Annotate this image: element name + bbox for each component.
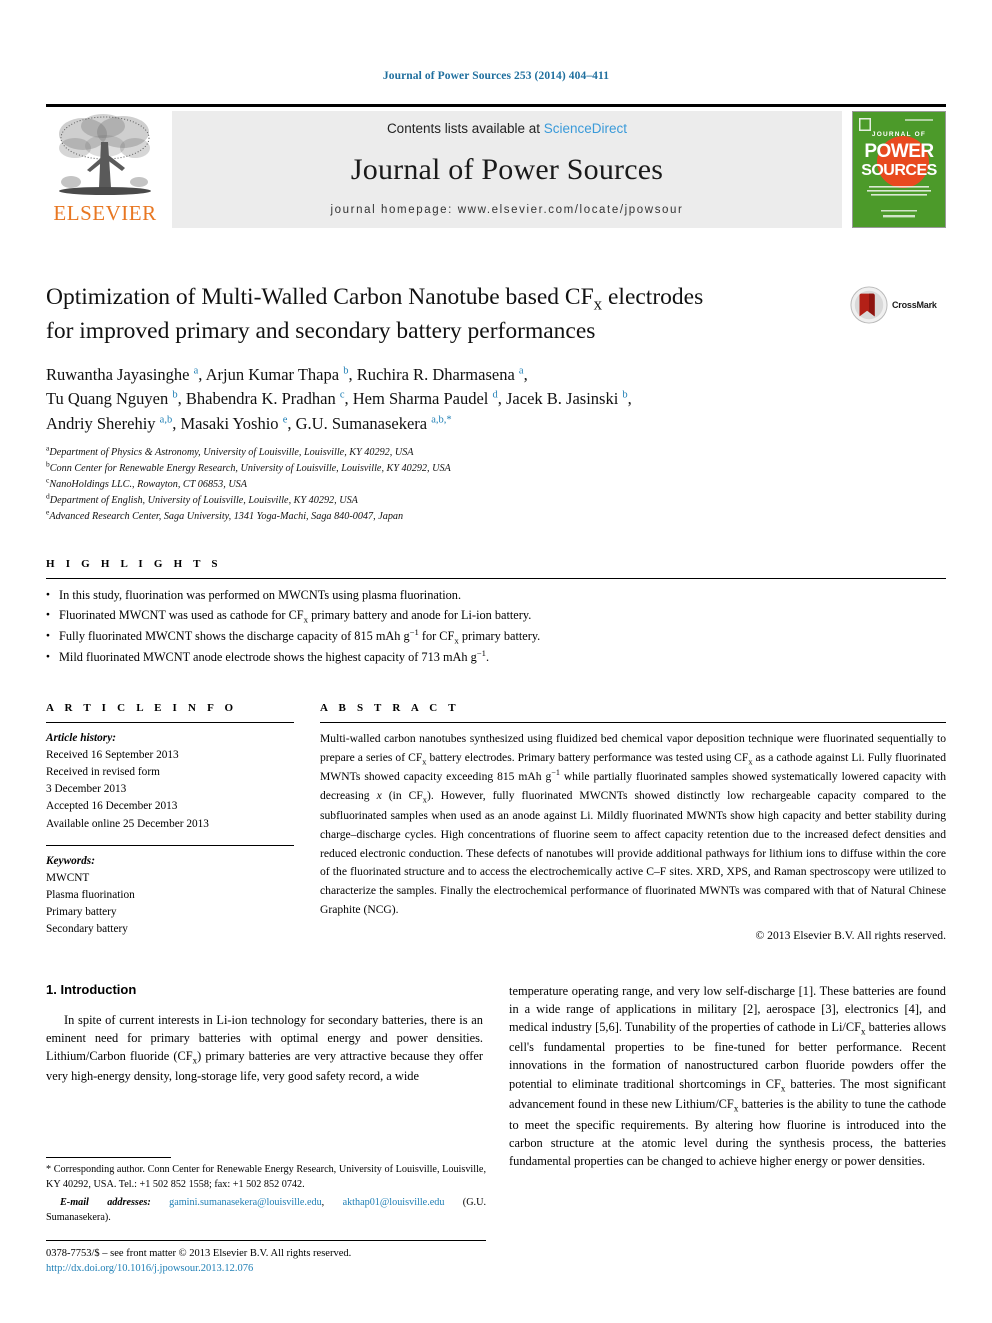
affiliation-text: Conn Center for Renewable Energy Researc… [49, 463, 451, 475]
article-history-label: Article history: [46, 731, 116, 744]
abstract-heading: A B S T R A C T [320, 701, 460, 714]
title-part-1b: electrodes [602, 284, 704, 310]
footnote-block: * Corresponding author. Conn Center for … [46, 1156, 486, 1278]
email-separator: , [321, 1196, 343, 1208]
affiliation-item: aDepartment of Physics & Astronomy, Univ… [46, 443, 414, 459]
email-label: E-mail addresses: [60, 1196, 151, 1208]
citation-ref[interactable]: [3] [821, 1002, 835, 1016]
contents-available-line: Contents lists available at ScienceDirec… [387, 121, 627, 136]
keywords-rule [46, 844, 294, 846]
keywords-label: Keywords: [46, 854, 95, 867]
doi-link[interactable]: http://dx.doi.org/10.1016/j.jpowsour.201… [46, 1261, 486, 1277]
svg-text:SOURCES: SOURCES [861, 162, 937, 179]
affiliation-item: dDepartment of English, University of Lo… [46, 491, 358, 506]
footnote-rule [46, 1156, 171, 1158]
issn-doi-block: 0378-7753/$ – see front matter © 2013 El… [46, 1239, 486, 1278]
citation-ref[interactable]: [1] [799, 984, 813, 998]
highlights-section: H I G H L I G H T S In this study, fluor… [46, 558, 946, 667]
affiliation-text: Advanced Research Center, Saga Universit… [49, 510, 404, 522]
info-abstract-section: A R T I C L E I N F O Article history: R… [46, 702, 946, 942]
abstract-copyright: © 2013 Elsevier B.V. All rights reserved… [755, 928, 946, 942]
keywords-block: Keywords: MWCNT Plasma fluorination Prim… [46, 853, 294, 939]
highlight-item: Fully fluorinated MWCNT shows the discha… [46, 627, 946, 648]
email-note: E-mail addresses: gamini.sumanasekera@lo… [46, 1196, 486, 1226]
crossmark-label: CrossMark [892, 300, 937, 310]
masthead-center: Contents lists available at ScienceDirec… [172, 111, 842, 228]
page-title: Optimization of Multi-Walled Carbon Nano… [46, 282, 836, 347]
affiliation-item: cNanoHoldings LLC., Rowayton, CT 06853, … [46, 475, 247, 490]
body-column-right: temperature operating range, and very lo… [509, 982, 946, 1178]
crossmark-icon [850, 286, 888, 324]
email-link-1[interactable]: gamini.sumanasekera@louisville.edu [169, 1197, 322, 1208]
affiliation-item: eAdvanced Research Center, Saga Universi… [46, 507, 404, 522]
citation-ref[interactable]: [4] [905, 1002, 919, 1016]
cover-art: JOURNAL OF POWER SOURCES [853, 112, 945, 227]
affiliation-text: Department of Physics & Astronomy, Unive… [49, 447, 414, 459]
crossmark-badge[interactable]: CrossMark [850, 282, 946, 324]
article-history: Article history: Received 16 September 2… [46, 730, 294, 833]
author-list: Ruwantha Jayasinghe a, Arjun Kumar Thapa… [46, 363, 946, 436]
journal-cover-thumbnail: JOURNAL OF POWER SOURCES [852, 111, 946, 228]
history-item: 3 December 2013 [46, 783, 127, 796]
affiliation-text: NanoHoldings LLC., Rowayton, CT 06853, U… [49, 478, 247, 490]
title-part-1: Optimization of Multi-Walled Carbon Nano… [46, 284, 594, 310]
article-info-heading: A R T I C L E I N F O [46, 701, 238, 714]
intro-paragraph-left: In spite of current interests in Li-ion … [46, 1012, 483, 1084]
title-block: Optimization of Multi-Walled Carbon Nano… [46, 282, 946, 347]
body-columns: 1. Introduction In spite of current inte… [46, 982, 946, 1178]
keyword-item: MWCNT [46, 871, 90, 884]
citation-ref[interactable]: [5,6] [595, 1020, 619, 1034]
abstract-text: Multi-walled carbon nanotubes synthesize… [320, 731, 947, 916]
journal-homepage[interactable]: journal homepage: www.elsevier.com/locat… [331, 204, 684, 216]
highlight-item: Mild fluorinated MWCNT anode electrode s… [46, 648, 946, 668]
history-item: Available online 25 December 2013 [46, 817, 209, 830]
issn-line: 0378-7753/$ – see front matter © 2013 El… [46, 1247, 352, 1259]
email-link-2[interactable]: akthap01@louisville.edu [343, 1197, 445, 1208]
elsevier-wordmark: ELSEVIER [53, 201, 157, 225]
intro-paragraph-right: temperature operating range, and very lo… [509, 983, 947, 1168]
keyword-item: Plasma fluorination [46, 888, 135, 901]
citation-ref[interactable]: [2] [743, 1002, 757, 1016]
keyword-item: Primary battery [46, 906, 117, 919]
title-subscript-x: x [593, 294, 603, 314]
elsevier-logo: ELSEVIER [46, 107, 164, 232]
svg-text:JOURNAL OF: JOURNAL OF [872, 131, 926, 138]
history-item: Received 16 September 2013 [46, 748, 179, 761]
author-line-3: Andriy Sherehiy a,b, Masaki Yoshio e, G.… [46, 413, 452, 433]
affiliation-list: aDepartment of Physics & Astronomy, Univ… [46, 445, 946, 524]
history-item: Received in revised form [46, 766, 160, 779]
article-first-page: Journal of Power Sources 253 (2014) 404–… [0, 0, 992, 1323]
body-column-left: 1. Introduction In spite of current inte… [46, 982, 483, 1178]
highlights-rule [46, 578, 946, 580]
highlight-item: In this study, fluorination was performe… [46, 586, 946, 606]
journal-masthead: ELSEVIER Contents lists available at Sci… [46, 104, 946, 232]
history-item: Accepted 16 December 2013 [46, 800, 178, 813]
title-text-wrap: Optimization of Multi-Walled Carbon Nano… [46, 282, 850, 347]
affiliation-item: bConn Center for Renewable Energy Resear… [46, 459, 451, 475]
elsevier-tree-icon [59, 114, 151, 195]
section-heading-introduction: 1. Introduction [46, 981, 137, 997]
article-info-rule [46, 721, 294, 723]
title-part-2: for improved primary and secondary batte… [46, 318, 596, 345]
affiliation-text: Department of English, University of Lou… [49, 494, 358, 506]
svg-text:POWER: POWER [864, 141, 934, 162]
sciencedirect-link[interactable]: ScienceDirect [544, 121, 627, 136]
journal-title: Journal of Power Sources [350, 153, 664, 186]
corresponding-author-note: * Corresponding author. Conn Center for … [46, 1163, 486, 1190]
abstract-rule [320, 721, 946, 723]
contents-prefix: Contents lists available at [386, 121, 544, 136]
keyword-item: Secondary battery [46, 923, 128, 936]
article-info-column: A R T I C L E I N F O Article history: R… [46, 702, 294, 942]
author-line-2: Tu Quang Nguyen b, Bhabendra K. Pradhan … [46, 389, 632, 409]
highlight-item: Fluorinated MWCNT was used as cathode fo… [46, 606, 946, 627]
abstract-column: A B S T R A C T Multi-walled carbon nano… [320, 702, 946, 942]
highlights-heading: H I G H L I G H T S [46, 558, 222, 571]
author-line-1: Ruwantha Jayasinghe a, Arjun Kumar Thapa… [46, 365, 528, 385]
running-head: Journal of Power Sources 253 (2014) 404–… [382, 70, 610, 82]
highlights-list: In this study, fluorination was performe… [46, 586, 946, 667]
